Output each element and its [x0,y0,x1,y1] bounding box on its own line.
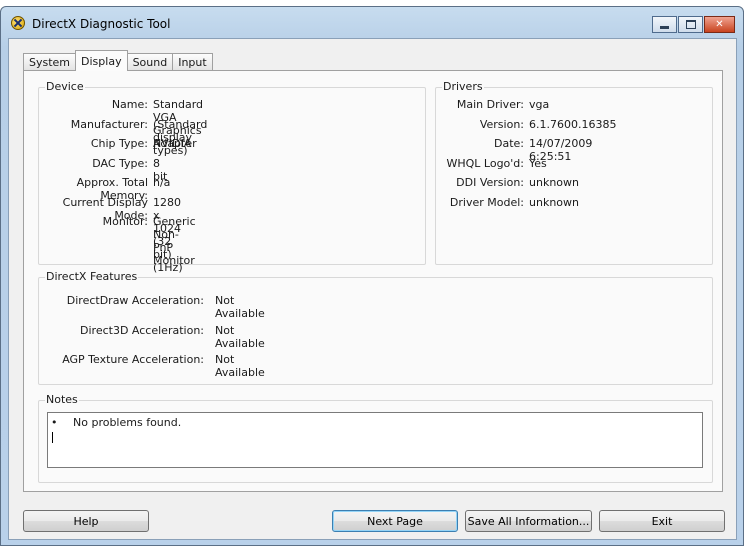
feature-row-agp-texture: AGP Texture Acceleration: Not Available [39,353,265,379]
feature-label: AGP Texture Acceleration: [62,353,204,366]
device-row-chip-type: Chip Type: NVIDIA [39,137,191,151]
directx-icon [11,16,25,30]
driver-row-main: Main Driver: vga [436,98,549,112]
feature-value: Not Available [215,324,265,350]
tab-system[interactable]: System [23,53,77,71]
window-title: DirectX Diagnostic Tool [32,17,171,31]
driver-row-date: Date: 14/07/2009 6:25:51 [436,137,592,163]
tab-strip: System Display Sound Input [23,50,213,71]
tab-label: Sound [132,56,168,69]
driver-value: Yes [529,157,547,170]
maximize-icon [685,20,696,29]
close-button[interactable]: ✕ [704,16,735,33]
device-value: Generic Non-PnP Monitor [153,215,196,267]
driver-row-whql: WHQL Logo'd: Yes [436,157,546,171]
minimize-icon [660,26,669,29]
feature-row-direct3d: Direct3D Acceleration: Not Available [39,324,265,350]
tab-label: Input [178,56,207,69]
text-caret [52,432,53,443]
driver-value: unknown [529,196,579,209]
device-row-name: Name: Standard VGA Graphics Adapter [39,98,203,150]
drivers-group-title: Drivers [442,80,484,93]
exit-button[interactable]: Exit [599,510,725,532]
device-group: Device Name: Standard VGA Graphics Adapt… [38,80,426,274]
driver-value: vga [529,98,550,111]
maximize-button[interactable] [678,16,703,33]
notes-group: Notes • No problems found. [38,393,713,483]
device-group-title: Device [45,80,85,93]
driver-label: Version: [479,118,524,131]
bullet-icon: • [51,416,58,429]
device-row-monitor: Monitor: Generic Non-PnP Monitor [39,215,196,267]
directx-features-group: DirectX Features DirectDraw Acceleration… [38,270,713,385]
save-all-information-button[interactable]: Save All Information... [465,510,592,532]
device-label: DAC Type: [92,157,148,170]
driver-row-ddi: DDI Version: unknown [436,176,579,190]
next-page-button[interactable]: Next Page [332,510,458,532]
window-frame: DirectX Diagnostic Tool ✕ System Display… [0,6,744,546]
driver-value: 6.1.7600.16385 [529,118,617,131]
driver-row-version: Version: 6.1.7600.16385 [436,118,617,132]
device-row-memory: Approx. Total Memory: n/a [39,176,171,202]
client-area: System Display Sound Input Device Name: … [8,38,737,540]
device-value: NVIDIA [153,137,192,150]
features-group-title: DirectX Features [45,270,139,283]
driver-row-model: Driver Model: unknown [436,196,579,210]
feature-value: Not Available [215,294,265,320]
title-bar[interactable]: DirectX Diagnostic Tool ✕ [1,7,743,39]
device-label: Name: [111,98,148,111]
feature-label: Direct3D Acceleration: [80,324,204,337]
tab-sound[interactable]: Sound [126,53,174,71]
device-label: Chip Type: [90,137,148,150]
device-row-manufacturer: Manufacturer: (Standard display types) [39,118,208,157]
notes-textbox[interactable]: • No problems found. [47,412,703,468]
driver-label: Date: [494,137,524,150]
device-label: Manufacturer: [70,118,148,131]
minimize-button[interactable] [652,16,677,33]
device-value: n/a [153,176,171,189]
close-icon: ✕ [715,19,724,30]
feature-label: DirectDraw Acceleration: [66,294,204,307]
note-item: No problems found. [73,416,182,429]
notes-group-title: Notes [45,393,79,406]
feature-row-directdraw: DirectDraw Acceleration: Not Available [39,294,265,320]
tab-display[interactable]: Display [75,50,128,71]
device-label: Monitor: [102,215,148,228]
device-row-display-mode: Current Display Mode: 1280 x 1024 (32 bi… [39,196,183,274]
tab-label: Display [81,54,122,68]
feature-value: Not Available [215,353,265,379]
drivers-group: Drivers Main Driver: vga Version: 6.1.76… [435,80,713,265]
driver-label: Main Driver: [456,98,524,111]
device-label: Current Display Mode: [62,196,148,222]
tab-input[interactable]: Input [172,53,213,71]
tab-label: System [29,56,71,69]
device-row-dac-type: DAC Type: 8 bit [39,157,167,183]
display-tab-panel: Device Name: Standard VGA Graphics Adapt… [23,70,723,492]
driver-label: DDI Version: [456,176,524,189]
driver-value: unknown [529,176,579,189]
device-label: Approx. Total Memory: [76,176,148,202]
driver-label: Driver Model: [449,196,524,209]
driver-label: WHQL Logo'd: [446,157,524,170]
help-button[interactable]: Help [23,510,149,532]
